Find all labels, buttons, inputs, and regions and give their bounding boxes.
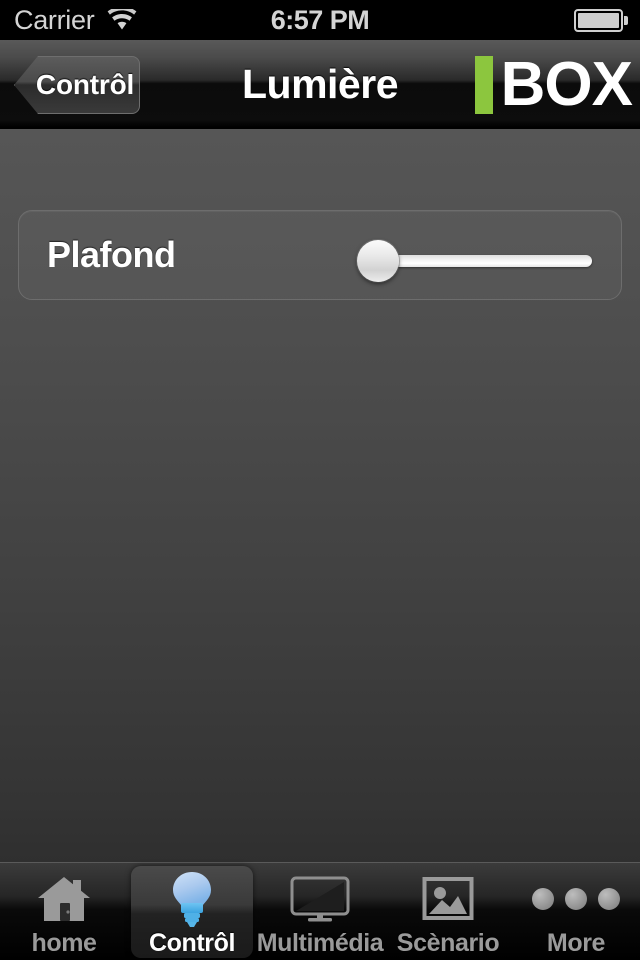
slider-track[interactable] — [383, 255, 592, 267]
dot-3 — [598, 888, 620, 910]
house-icon-svg — [38, 877, 90, 921]
tab-scenario-label: Scènario — [396, 929, 500, 957]
light-name-label: Plafond — [47, 234, 176, 275]
logo-accent-bar — [474, 56, 493, 114]
three-dots-group — [532, 888, 620, 910]
tab-control[interactable]: Contrôl — [128, 863, 256, 960]
clock-label: 6:57 PM — [270, 4, 370, 35]
tab-more-label: More — [546, 929, 606, 957]
slider-thumb[interactable] — [357, 240, 399, 282]
battery-icon — [574, 9, 628, 32]
logo-text: BOX — [500, 50, 633, 119]
television-icon-svg — [290, 876, 350, 922]
television-icon — [289, 871, 351, 927]
photo-icon — [417, 871, 479, 927]
battery-fill — [578, 13, 619, 28]
dot-1 — [532, 888, 554, 910]
tab-more[interactable]: More — [512, 863, 640, 960]
status-bar: Carrier 6:57 PM — [0, 0, 640, 40]
photo-icon-svg — [422, 877, 474, 920]
tab-control-label: Contrôl — [148, 929, 236, 957]
lightbulb-icon — [161, 871, 223, 927]
tab-home-label: home — [31, 929, 97, 957]
battery-body — [574, 9, 623, 32]
three-dots-icon — [532, 871, 620, 927]
tab-multimedia[interactable]: Multimédia — [256, 863, 384, 960]
ibox-logo: BOX — [474, 50, 633, 119]
tab-multimedia-label: Multimédia — [256, 929, 384, 957]
battery-tip — [624, 16, 628, 25]
content-area: Plafond — [0, 129, 640, 862]
brightness-slider[interactable] — [357, 211, 592, 301]
tab-home[interactable]: home — [0, 863, 128, 960]
navigation-bar: Contrôl Lumière BOX — [0, 40, 640, 128]
tab-bar: home Contrôl Multimédia Scènario More — [0, 862, 640, 960]
app-root: Carrier 6:57 PM Contrôl Lumière BOX Plaf… — [0, 0, 640, 960]
house-icon — [33, 871, 95, 927]
lightbulb-icon-svg — [173, 872, 211, 927]
light-control-card: Plafond — [18, 210, 622, 300]
dot-2 — [565, 888, 587, 910]
tab-scenario[interactable]: Scènario — [384, 863, 512, 960]
